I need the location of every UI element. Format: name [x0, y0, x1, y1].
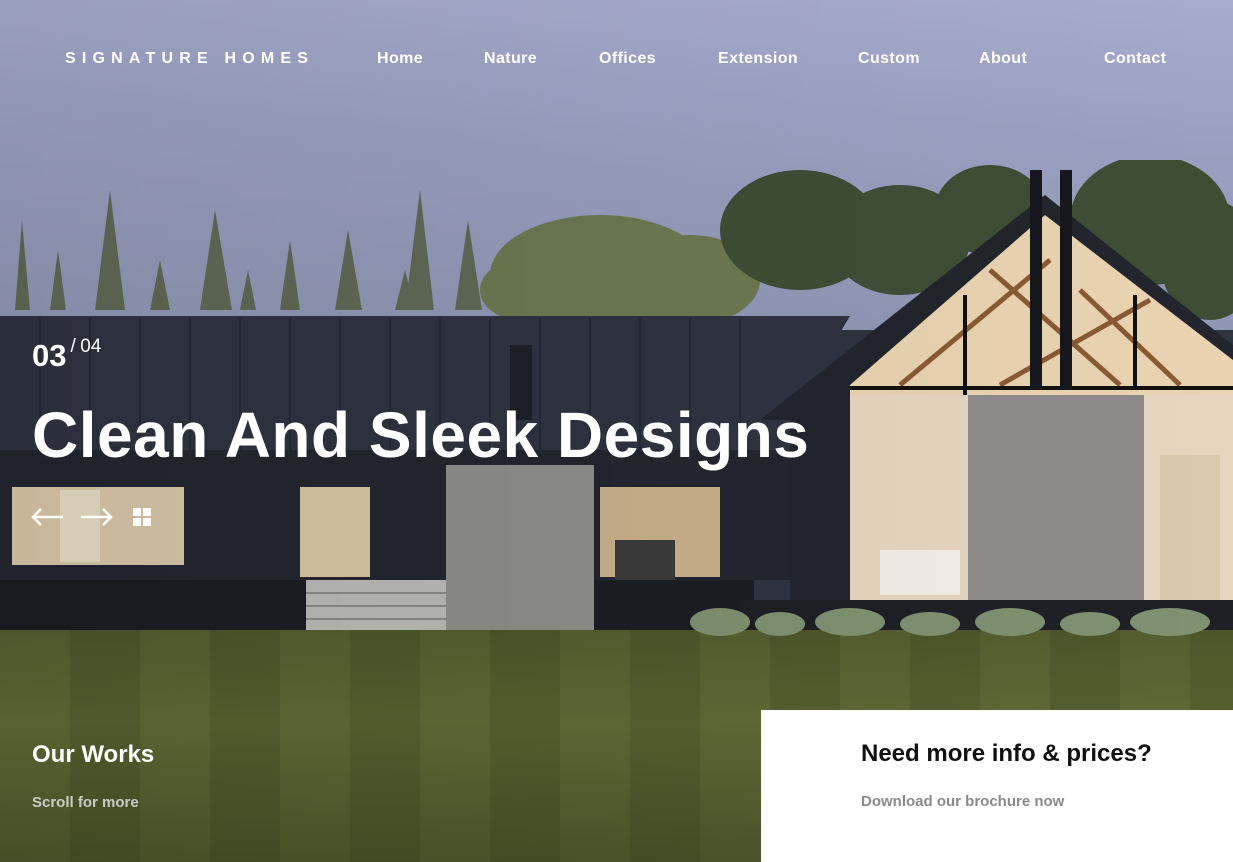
- arrow-right-icon[interactable]: [80, 505, 114, 534]
- nav-offices[interactable]: Offices: [599, 50, 656, 68]
- slide-counter: 03/ 04: [32, 336, 102, 374]
- info-card: Need more info & prices? Download our br…: [761, 710, 1233, 862]
- grid-icon[interactable]: [132, 507, 152, 532]
- main-navigation: Home Nature Offices Extension Custom Abo…: [0, 50, 1233, 70]
- nav-contact[interactable]: Contact: [1104, 50, 1166, 68]
- download-brochure-link[interactable]: Download our brochure now: [861, 793, 1064, 810]
- nav-home[interactable]: Home: [377, 50, 423, 68]
- slide-total: 04: [80, 336, 102, 357]
- our-works-section: Our Works Scroll for more: [32, 741, 154, 811]
- scroll-hint[interactable]: Scroll for more: [32, 794, 154, 811]
- nav-custom[interactable]: Custom: [858, 50, 920, 68]
- slide-current: 03: [32, 338, 67, 373]
- hero-headline: Clean And Sleek Designs: [32, 399, 810, 471]
- nav-extension[interactable]: Extension: [718, 50, 798, 68]
- info-card-title: Need more info & prices?: [861, 740, 1152, 767]
- our-works-title[interactable]: Our Works: [32, 741, 154, 769]
- slide-separator: /: [70, 336, 76, 357]
- nav-nature[interactable]: Nature: [484, 50, 537, 68]
- arrow-left-icon[interactable]: [30, 505, 64, 534]
- nav-about[interactable]: About: [979, 50, 1027, 68]
